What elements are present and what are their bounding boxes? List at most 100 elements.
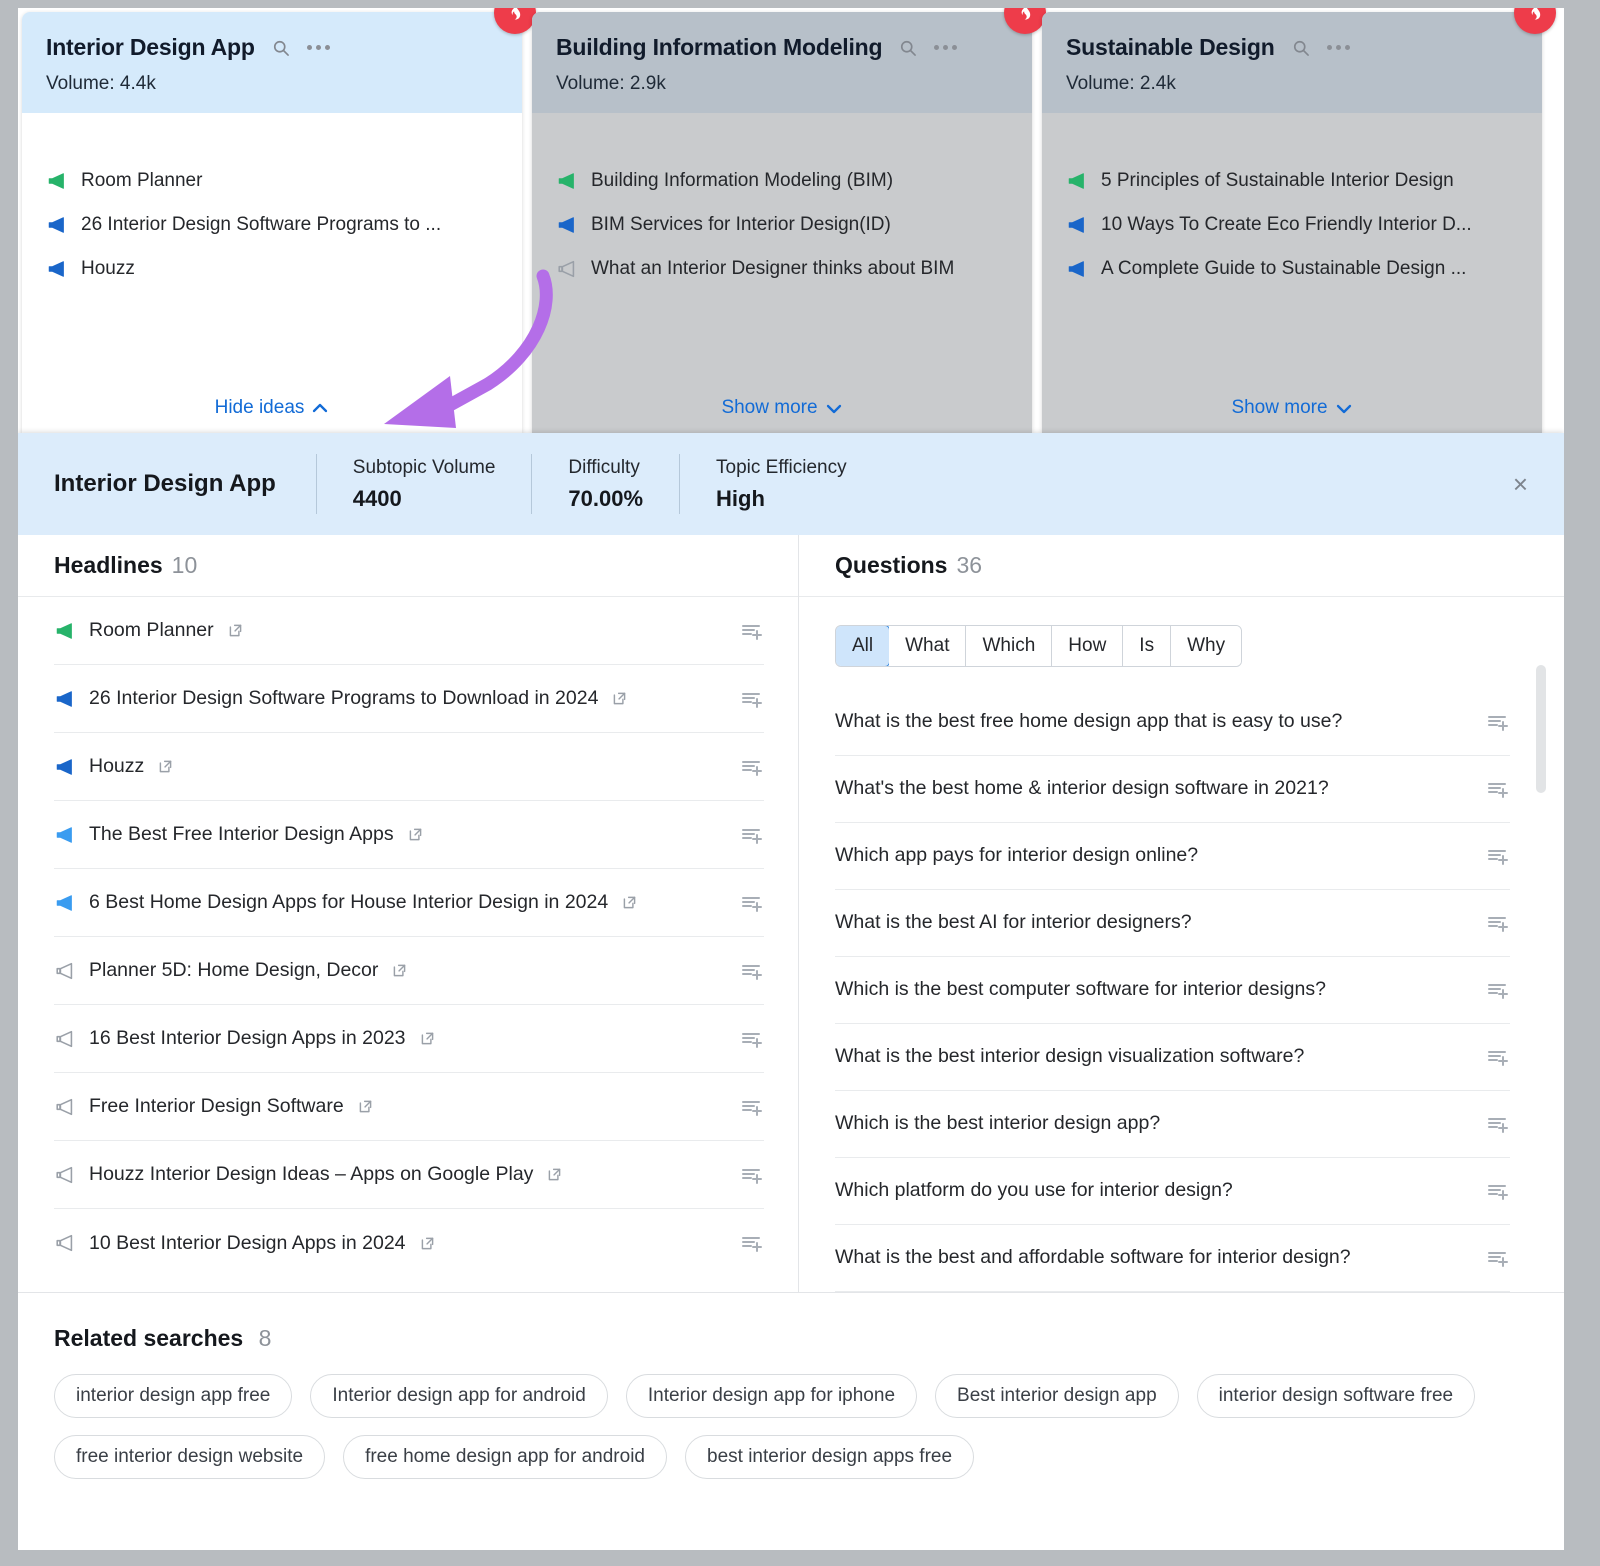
card-toggle-label: Hide ideas <box>215 397 305 419</box>
related-search-tag[interactable]: Best interior design app <box>935 1374 1179 1418</box>
headline-row[interactable]: The Best Free Interior Design Apps <box>54 801 764 869</box>
question-filter-all[interactable]: All <box>835 625 890 667</box>
add-to-list-icon[interactable] <box>740 755 764 779</box>
metric-difficulty: Difficulty70.00% <box>531 454 679 514</box>
related-search-tag[interactable]: interior design app free <box>54 1374 292 1418</box>
add-to-list-icon[interactable] <box>740 1027 764 1051</box>
add-to-list-icon[interactable] <box>740 1095 764 1119</box>
card-idea-item[interactable]: 10 Ways To Create Eco Friendly Interior … <box>1066 203 1518 247</box>
question-row[interactable]: What is the best interior design visuali… <box>835 1024 1510 1091</box>
card-toggle-ideas-button[interactable]: Show more <box>1231 397 1352 419</box>
add-to-list-icon[interactable] <box>1486 777 1510 801</box>
card-idea-item[interactable]: Building Information Modeling (BIM) <box>556 159 1008 203</box>
question-row[interactable]: Which platform do you use for interior d… <box>835 1158 1510 1225</box>
question-filter-what[interactable]: What <box>889 626 966 666</box>
card-idea-item[interactable]: Houzz <box>46 247 498 291</box>
question-row[interactable]: Which is the best interior design app? <box>835 1091 1510 1158</box>
card-idea-item[interactable]: What an Interior Designer thinks about B… <box>556 247 1008 291</box>
metric-value: 4400 <box>353 486 496 512</box>
headline-row[interactable]: Houzz Interior Design Ideas – Apps on Go… <box>54 1141 764 1209</box>
add-to-list-icon[interactable] <box>740 823 764 847</box>
external-link-icon[interactable] <box>419 1030 436 1047</box>
trending-badge <box>1514 8 1556 34</box>
add-to-list-icon[interactable] <box>1486 1246 1510 1270</box>
megaphone-icon <box>54 892 76 914</box>
add-to-list-icon[interactable] <box>1486 844 1510 868</box>
add-to-list-icon[interactable] <box>1486 1179 1510 1203</box>
questions-scrollbar[interactable] <box>1536 665 1546 1265</box>
chevron-up-icon[interactable] <box>311 402 329 415</box>
headline-row[interactable]: Room Planner <box>54 597 764 665</box>
card-idea-item[interactable]: BIM Services for Interior Design(ID) <box>556 203 1008 247</box>
more-options-icon[interactable] <box>307 45 330 50</box>
external-link-icon[interactable] <box>357 1098 374 1115</box>
related-search-tag[interactable]: free interior design website <box>54 1435 325 1479</box>
question-row[interactable]: What is the best and affordable software… <box>835 1225 1510 1292</box>
add-to-list-icon[interactable] <box>1486 978 1510 1002</box>
megaphone-icon <box>54 1096 76 1118</box>
external-link-icon[interactable] <box>546 1166 563 1183</box>
add-to-list-icon[interactable] <box>1486 911 1510 935</box>
headline-row[interactable]: Planner 5D: Home Design, Decor <box>54 937 764 1005</box>
external-link-icon[interactable] <box>157 758 174 775</box>
external-link-icon[interactable] <box>391 962 408 979</box>
search-icon[interactable] <box>898 38 918 58</box>
card-idea-item[interactable]: A Complete Guide to Sustainable Design .… <box>1066 247 1518 291</box>
headline-text: Planner 5D: Home Design, Decor <box>89 959 378 982</box>
question-filter-is[interactable]: Is <box>1123 626 1171 666</box>
question-row[interactable]: Which app pays for interior design onlin… <box>835 823 1510 890</box>
related-search-tag[interactable]: Interior design app for android <box>310 1374 608 1418</box>
question-filter-group[interactable]: AllWhatWhichHowIsWhy <box>835 625 1242 667</box>
add-to-list-icon[interactable] <box>740 687 764 711</box>
related-search-tag[interactable]: Interior design app for iphone <box>626 1374 917 1418</box>
related-search-tag[interactable]: best interior design apps free <box>685 1435 974 1479</box>
headline-row[interactable]: 16 Best Interior Design Apps in 2023 <box>54 1005 764 1073</box>
scrollbar-thumb[interactable] <box>1536 665 1546 793</box>
question-filter-which[interactable]: Which <box>966 626 1052 666</box>
add-to-list-icon[interactable] <box>740 1231 764 1255</box>
more-options-icon[interactable] <box>934 45 957 50</box>
headline-row[interactable]: 26 Interior Design Software Programs to … <box>54 665 764 733</box>
add-to-list-icon[interactable] <box>740 619 764 643</box>
chevron-down-icon[interactable] <box>1335 402 1353 415</box>
card-toggle-ideas-button[interactable]: Hide ideas <box>215 397 330 419</box>
card-idea-item[interactable]: 26 Interior Design Software Programs to … <box>46 203 498 247</box>
megaphone-icon <box>1066 258 1088 280</box>
external-link-icon[interactable] <box>407 826 424 843</box>
headline-row[interactable]: 10 Best Interior Design Apps in 2024 <box>54 1209 764 1277</box>
card-idea-item[interactable]: 5 Principles of Sustainable Interior Des… <box>1066 159 1518 203</box>
external-link-icon[interactable] <box>419 1235 436 1252</box>
card-idea-item[interactable]: Room Planner <box>46 159 498 203</box>
add-to-list-icon[interactable] <box>740 959 764 983</box>
headline-row[interactable]: 6 Best Home Design Apps for House Interi… <box>54 869 764 937</box>
headline-row[interactable]: Free Interior Design Software <box>54 1073 764 1141</box>
add-to-list-icon[interactable] <box>1486 710 1510 734</box>
search-icon[interactable] <box>271 38 291 58</box>
close-icon[interactable]: × <box>1513 471 1528 497</box>
question-row[interactable]: Which is the best computer software for … <box>835 957 1510 1024</box>
question-row[interactable]: What's the best home & interior design s… <box>835 756 1510 823</box>
related-search-tag[interactable]: free home design app for android <box>343 1435 667 1479</box>
add-to-list-icon[interactable] <box>740 891 764 915</box>
question-row[interactable]: What is the best free home design app th… <box>835 689 1510 756</box>
question-filter-why[interactable]: Why <box>1171 626 1241 666</box>
external-link-icon[interactable] <box>227 622 244 639</box>
external-link-icon[interactable] <box>611 690 628 707</box>
more-options-icon[interactable] <box>1327 45 1350 50</box>
topic-card[interactable]: Building Information ModelingVolume: 2.9… <box>532 12 1032 433</box>
related-search-tag[interactable]: interior design software free <box>1197 1374 1475 1418</box>
topic-card[interactable]: Interior Design AppVolume: 4.4kRoom Plan… <box>22 12 522 433</box>
add-to-list-icon[interactable] <box>740 1163 764 1187</box>
headline-row[interactable]: Houzz <box>54 733 764 801</box>
metric-label: Subtopic Volume <box>353 457 496 479</box>
add-to-list-icon[interactable] <box>1486 1112 1510 1136</box>
question-row[interactable]: What is the best AI for interior designe… <box>835 890 1510 957</box>
question-filter-how[interactable]: How <box>1052 626 1123 666</box>
external-link-icon[interactable] <box>621 894 638 911</box>
chevron-down-icon[interactable] <box>825 402 843 415</box>
add-to-list-icon[interactable] <box>1486 1045 1510 1069</box>
search-icon[interactable] <box>1291 38 1311 58</box>
megaphone-icon <box>54 756 76 778</box>
card-toggle-ideas-button[interactable]: Show more <box>721 397 842 419</box>
topic-card[interactable]: Sustainable DesignVolume: 2.4k5 Principl… <box>1042 12 1542 433</box>
